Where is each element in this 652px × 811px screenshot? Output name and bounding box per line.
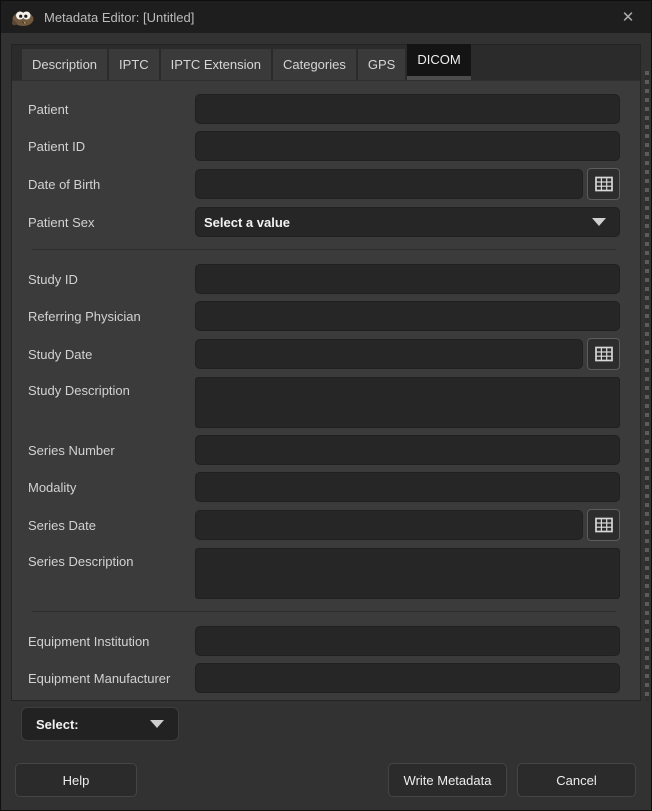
- field-label: Study ID: [28, 272, 195, 287]
- section-divider: [32, 611, 616, 612]
- chevron-down-icon: [150, 720, 164, 728]
- field-label: Patient: [28, 102, 195, 117]
- field-row-patient-sex: Patient Sex Select a value: [28, 207, 620, 237]
- select-dropdown-label: Select:: [36, 717, 79, 732]
- field-row-series-description: Series Description: [28, 548, 620, 599]
- field-label: Study Date: [28, 347, 195, 362]
- tab-iptc-extension[interactable]: IPTC Extension: [161, 49, 271, 80]
- equipment-manufacturer-input[interactable]: [195, 663, 620, 693]
- tab-description[interactable]: Description: [22, 49, 107, 80]
- field-row-patient-id: Patient ID: [28, 131, 620, 161]
- field-label: Series Description: [28, 548, 195, 569]
- calendar-icon: [595, 517, 613, 533]
- patient-id-input[interactable]: [195, 131, 620, 161]
- help-button[interactable]: Help: [15, 763, 137, 797]
- metadata-notebook: Description IPTC IPTC Extension Categori…: [11, 44, 641, 701]
- date-picker-button[interactable]: [587, 168, 620, 200]
- equipment-institution-input[interactable]: [195, 626, 620, 656]
- date-picker-button[interactable]: [587, 509, 620, 541]
- field-label: Patient ID: [28, 139, 195, 154]
- field-row-equipment-institution: Equipment Institution: [28, 626, 620, 656]
- field-row-study-id: Study ID: [28, 264, 620, 294]
- dicom-form: Patient Patient ID Date of Birth: [12, 81, 640, 700]
- calendar-icon: [595, 176, 613, 192]
- cancel-button[interactable]: Cancel: [517, 763, 636, 797]
- field-label: Date of Birth: [28, 177, 195, 192]
- field-row-study-description: Study Description: [28, 377, 620, 428]
- field-row-study-date: Study Date: [28, 338, 620, 370]
- series-number-input[interactable]: [195, 435, 620, 465]
- window-title: Metadata Editor: [Untitled]: [44, 10, 194, 25]
- dialog-action-area: Help Write Metadata Cancel: [1, 763, 651, 797]
- date-picker-button[interactable]: [587, 338, 620, 370]
- tab-dicom[interactable]: DICOM: [407, 44, 470, 80]
- scrollbar-track[interactable]: [645, 71, 649, 701]
- field-label: Study Description: [28, 377, 195, 398]
- field-label: Equipment Institution: [28, 634, 195, 649]
- dropdown-selected-value: Select a value: [204, 215, 290, 230]
- field-label: Equipment Manufacturer: [28, 671, 195, 686]
- series-description-textarea[interactable]: [195, 548, 620, 599]
- chevron-down-icon: [592, 218, 606, 226]
- field-row-modality: Modality: [28, 472, 620, 502]
- series-date-input[interactable]: [195, 510, 583, 540]
- calendar-icon: [595, 346, 613, 362]
- field-label: Series Date: [28, 518, 195, 533]
- field-label: Referring Physician: [28, 309, 195, 324]
- study-id-input[interactable]: [195, 264, 620, 294]
- field-label: Patient Sex: [28, 215, 195, 230]
- patient-input[interactable]: [195, 94, 620, 124]
- tab-bar: Description IPTC IPTC Extension Categori…: [12, 45, 640, 81]
- field-label: Modality: [28, 480, 195, 495]
- modality-input[interactable]: [195, 472, 620, 502]
- metadata-editor-window: Metadata Editor: [Untitled] ✕ Descriptio…: [0, 0, 652, 811]
- field-row-series-date: Series Date: [28, 509, 620, 541]
- field-row-referring-physician: Referring Physician: [28, 301, 620, 331]
- section-divider: [32, 249, 616, 250]
- field-row-date-of-birth: Date of Birth: [28, 168, 620, 200]
- date-of-birth-input[interactable]: [195, 169, 583, 199]
- close-icon[interactable]: ✕: [615, 4, 641, 30]
- tab-categories[interactable]: Categories: [273, 49, 356, 80]
- field-row-equipment-manufacturer: Equipment Manufacturer: [28, 663, 620, 693]
- study-date-input[interactable]: [195, 339, 583, 369]
- field-label: Series Number: [28, 443, 195, 458]
- tab-gps[interactable]: GPS: [358, 49, 405, 80]
- tab-iptc[interactable]: IPTC: [109, 49, 159, 80]
- study-description-textarea[interactable]: [195, 377, 620, 428]
- field-row-series-number: Series Number: [28, 435, 620, 465]
- patient-sex-dropdown[interactable]: Select a value: [195, 207, 620, 237]
- titlebar: Metadata Editor: [Untitled] ✕: [1, 1, 651, 33]
- gimp-wilber-icon: [11, 8, 35, 27]
- referring-physician-input[interactable]: [195, 301, 620, 331]
- select-dropdown[interactable]: Select:: [21, 707, 179, 741]
- field-row-patient: Patient: [28, 94, 620, 124]
- write-metadata-button[interactable]: Write Metadata: [388, 763, 507, 797]
